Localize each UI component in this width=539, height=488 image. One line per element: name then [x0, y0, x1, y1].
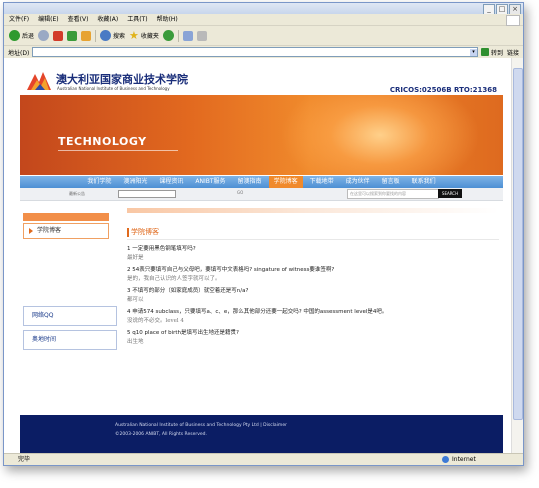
menu-help[interactable]: 帮助(H) [157, 14, 178, 25]
school-name-cn: 澳大利亚国家商业技术学院 [56, 73, 188, 86]
menu-edit[interactable]: 编辑(E) [38, 14, 58, 25]
main-content: 学院博客 1 一定要用黑色钢笔填写吗? 最好是 2 54表只要填写自己与父母吧，… [127, 208, 499, 347]
answer: 最好是 [127, 255, 144, 261]
address-input[interactable]: ▾ [32, 47, 478, 57]
toolbar-separator [95, 29, 97, 42]
banner-divider [58, 150, 178, 151]
go-link[interactable]: GO [237, 190, 243, 195]
sidebar: 学院博客 网络QQ 奥地时间 [23, 213, 117, 350]
status-text: 完毕 [18, 456, 31, 463]
sub-toolbar: 最新公告 GO 在这里可以搜索到你要找的内容 SEARCH [20, 188, 503, 201]
globe-icon [442, 456, 449, 463]
history-icon[interactable] [162, 30, 174, 41]
back-arrow-icon [9, 30, 20, 41]
search-button[interactable]: 搜索 [100, 30, 125, 41]
question: 4 申请574 subclass，只要填写a、c、e，那么其他部分还要一起交吗?… [127, 309, 388, 315]
question: 1 一定要用黑色钢笔填写吗? [127, 246, 196, 252]
answer: 出生地 [127, 339, 144, 345]
site-search-button[interactable]: SEARCH [438, 189, 462, 198]
menu-tools[interactable]: 工具(T) [127, 14, 147, 25]
sidebar-item-blog[interactable]: 学院博客 [23, 223, 109, 239]
school-logo-icon [27, 72, 51, 90]
nav-item-guestbook[interactable]: 留言板 [377, 176, 405, 188]
windows-logo-icon [506, 15, 520, 26]
sidebar-item-label: 学院博客 [37, 227, 62, 234]
nav-item-services[interactable]: ANIBT服务 [190, 176, 230, 188]
zone-label: Internet [452, 456, 476, 463]
answer: 是的，我自己认识的人签字就可以了。 [127, 276, 221, 282]
search-label: 搜索 [113, 33, 126, 40]
chevron-down-icon[interactable]: ▾ [469, 48, 477, 56]
back-label: 后退 [22, 33, 35, 40]
title-bar: _ □ × [4, 3, 523, 15]
links-label[interactable]: 链接 [507, 48, 519, 57]
status-bar: 完毕 Internet [4, 453, 523, 465]
content-header-bar [127, 208, 499, 213]
qq-box[interactable]: 网络QQ [23, 306, 117, 326]
question: 5 q10 place of birth是填写出生地还是籍贯? [127, 330, 239, 336]
page-title: 学院博客 [127, 228, 499, 237]
answer: 都可以 [127, 297, 144, 303]
toolbar-separator-2 [177, 29, 179, 42]
arrow-right-icon [29, 228, 33, 234]
hero-banner: TECHNOLOGY [20, 95, 503, 175]
status-zone: Internet [442, 454, 476, 465]
nav-item-download[interactable]: 下载地带 [305, 176, 339, 188]
announcement-label: 最新公告 [69, 191, 85, 196]
toolbar: 后退 搜索 ★ 收藏夹 [4, 26, 523, 46]
search-icon [100, 30, 112, 41]
home-icon[interactable] [81, 30, 92, 41]
print-icon[interactable] [196, 30, 207, 41]
go-button[interactable]: 转到 [480, 48, 503, 57]
answer: 没说的不必交。level 4 [127, 318, 184, 324]
title-divider [127, 239, 499, 240]
question: 3 不填写的部分（如家庭成员）就空着还是写n/a? [127, 288, 249, 294]
site-footer: Australian National Institute of Busines… [20, 415, 503, 454]
banner-globe-graphic [280, 95, 480, 175]
cricos-code: CRICOS:02506B RTO:21368 [389, 86, 497, 94]
qa-list: 1 一定要用黑色钢笔填写吗? 最好是 2 54表只要填写自己与父母吧，要填写中文… [127, 245, 499, 347]
site-search-input[interactable]: 在这里可以搜索到你要找的内容 [347, 189, 439, 199]
web-page: 澳大利亚国家商业技术学院 Australian National Institu… [20, 58, 503, 454]
go-arrow-icon [480, 48, 489, 56]
banner-title: TECHNOLOGY [58, 135, 147, 148]
time-box[interactable]: 奥地时间 [23, 330, 117, 350]
stop-icon[interactable] [53, 30, 64, 41]
star-icon: ★ [129, 29, 139, 42]
menu-view[interactable]: 查看(V) [68, 14, 89, 25]
nav-item-blog[interactable]: 学院博客 [268, 176, 303, 188]
favorites-button[interactable]: ★ 收藏夹 [129, 30, 159, 41]
address-label: 地址(D) [8, 49, 30, 57]
menu-favorites[interactable]: 收藏(A) [97, 14, 118, 25]
back-button[interactable]: 后退 [9, 30, 34, 41]
favorites-label: 收藏夹 [140, 33, 159, 40]
footer-copyright: ©2003-2006 ANIBT, All Rights Reserved. [115, 432, 207, 437]
page-viewport: 澳大利亚国家商业技术学院 Australian National Institu… [4, 58, 523, 454]
refresh-icon[interactable] [67, 30, 78, 41]
forward-button[interactable] [38, 30, 50, 41]
menu-file[interactable]: 文件(F) [9, 14, 29, 25]
scrollbar-thumb[interactable] [513, 68, 523, 420]
footer-company: Australian National Institute of Busines… [115, 423, 287, 428]
mail-icon[interactable] [182, 30, 193, 41]
nav-item-courses[interactable]: 课程资讯 [154, 176, 188, 188]
site-header: 澳大利亚国家商业技术学院 Australian National Institu… [20, 68, 503, 98]
nav-item-partner[interactable]: 成为伙伴 [341, 176, 375, 188]
question: 2 54表只要填写自己与父母吧，要填写中文表格吗? singature of w… [127, 267, 335, 273]
go-label: 转到 [490, 49, 503, 57]
browser-window: _ □ × 文件(F) 编辑(E) 查看(V) 收藏(A) 工具(T) 帮助(H… [3, 2, 524, 466]
menu-bar: 文件(F) 编辑(E) 查看(V) 收藏(A) 工具(T) 帮助(H) [4, 14, 523, 26]
sidebar-header [23, 213, 109, 221]
vertical-scrollbar[interactable] [511, 58, 523, 454]
announcement-select[interactable] [118, 190, 176, 198]
nav-item-guide[interactable]: 留澳指南 [233, 176, 267, 188]
main-nav: 我们学院 澳洲阳光 课程资讯 ANIBT服务 留澳指南 学院博客 下载地带 成为… [20, 176, 503, 188]
nav-item-contact[interactable]: 联系我们 [407, 176, 441, 188]
nav-item-about[interactable]: 我们学院 [82, 176, 116, 188]
school-name-en: Australian National Institute of Busines… [57, 86, 170, 91]
nav-item-australia[interactable]: 澳洲阳光 [118, 176, 152, 188]
